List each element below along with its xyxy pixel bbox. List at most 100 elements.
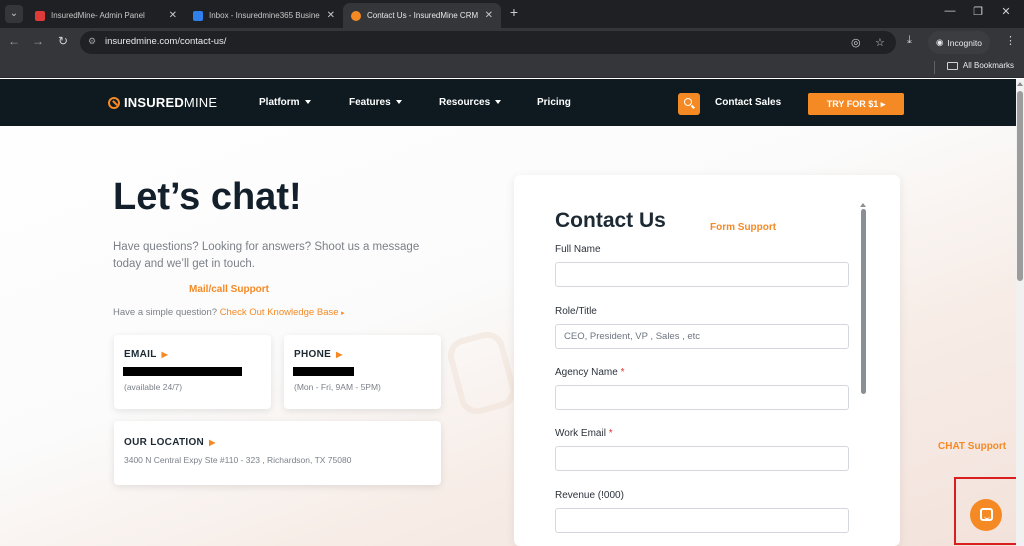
form-scrollbar[interactable] xyxy=(861,209,866,394)
role-title-input[interactable] xyxy=(555,324,849,349)
phone-heading[interactable]: PHONE ▶ xyxy=(294,349,343,360)
phone-hours: (Mon - Fri, 9AM - 5PM) xyxy=(294,382,381,392)
bookmarks-bar: All Bookmarks xyxy=(0,57,1024,78)
arrow-right-icon: ▶ xyxy=(336,350,343,359)
location-heading-text: OUR LOCATION xyxy=(124,437,205,448)
incognito-icon: ◉ xyxy=(936,37,944,47)
form-scroll-up-icon[interactable] xyxy=(860,203,866,207)
revenue-input[interactable] xyxy=(555,508,849,533)
forward-icon[interactable]: → xyxy=(30,34,46,48)
nav-features[interactable]: Features xyxy=(349,97,402,108)
contact-form: Contact Us Form Support Full Name Role/T… xyxy=(514,175,900,546)
caret-down-icon xyxy=(495,100,502,105)
arrow-right-icon: ▶ xyxy=(161,350,169,359)
required-marker: * xyxy=(608,428,613,439)
try-for-1-button[interactable]: TRY FOR $1 ▸ xyxy=(808,93,904,115)
caret-down-icon xyxy=(304,100,311,105)
close-tab-icon[interactable]: ✕ xyxy=(327,10,335,21)
form-support-annotation: Form Support xyxy=(710,222,777,233)
tab-contact-us[interactable]: Contact Us - InsuredMine CRM ✕ xyxy=(343,3,501,28)
bookmarks-divider xyxy=(934,61,935,74)
nav-label: Resources xyxy=(439,97,491,108)
close-window-icon[interactable]: ✕ xyxy=(996,5,1016,18)
tab-title: Contact Us - InsuredMine CRM xyxy=(367,11,479,20)
logo-text-bold: INSURED xyxy=(124,95,184,110)
all-bookmarks-label: All Bookmarks xyxy=(962,61,1014,70)
page-content: INSURED MINE Platform Features Resources… xyxy=(0,79,1016,546)
kb-link-text: Check Out Knowledge Base xyxy=(219,307,339,318)
tab-search-button[interactable]: ⌄ xyxy=(5,5,23,23)
nav-resources[interactable]: Resources xyxy=(439,97,502,108)
incognito-label: Incognito xyxy=(947,37,982,48)
knowledge-base-link[interactable]: Check Out Knowledge Base ▸ xyxy=(220,307,345,318)
arrow-right-icon: ▸ xyxy=(341,310,345,317)
bookmark-star-icon[interactable]: ☆ xyxy=(875,36,885,49)
tab-admin-panel[interactable]: InsuredMine- Admin Panel ✕ xyxy=(27,3,185,28)
scroll-up-icon[interactable] xyxy=(1017,82,1023,86)
form-title: Contact Us xyxy=(555,209,666,232)
location-address: 3400 N Central Expy Ste #110 - 323 , Ric… xyxy=(124,455,352,465)
tab-title: InsuredMine- Admin Panel xyxy=(51,11,145,20)
arrow-right-icon: ▶ xyxy=(209,438,216,447)
required-marker: * xyxy=(620,367,625,378)
browser-tab-bar: ⌄ InsuredMine- Admin Panel ✕ Inbox - Ins… xyxy=(0,0,1024,28)
redacted-phone xyxy=(293,367,354,376)
folder-icon xyxy=(946,61,958,70)
nav-label: Pricing xyxy=(537,97,571,108)
phone-card: PHONE ▶ (Mon - Fri, 9AM - 5PM) xyxy=(284,335,441,409)
chat-bubble-icon xyxy=(980,508,993,521)
nav-platform[interactable]: Platform xyxy=(259,97,311,108)
address-bar[interactable]: ⚙ insuredmine.com/contact-us/ ◎ ☆ xyxy=(80,31,896,54)
contact-sales-link[interactable]: Contact Sales xyxy=(715,97,781,108)
url-text[interactable]: insuredmine.com/contact-us/ xyxy=(105,36,226,47)
work-email-input[interactable] xyxy=(555,446,849,471)
email-heading-text: EMAIL xyxy=(124,349,157,360)
back-icon[interactable]: ← xyxy=(6,34,22,48)
role-title-label: Role/Title xyxy=(555,306,597,317)
tab-title: Inbox - Insuredmine365 Busine xyxy=(209,11,320,20)
minimize-icon[interactable]: — xyxy=(940,5,960,17)
nav-label: Features xyxy=(349,97,391,108)
decorative-logo-watermark xyxy=(443,327,521,419)
email-card: EMAIL ▶ (available 24/7) xyxy=(114,335,271,409)
agency-name-input[interactable] xyxy=(555,385,849,410)
new-tab-button[interactable]: + xyxy=(506,4,522,20)
email-heading[interactable]: EMAIL ▶ xyxy=(124,349,168,360)
scrollbar-thumb[interactable] xyxy=(1017,91,1023,281)
site-navigation: INSURED MINE Platform Features Resources… xyxy=(0,79,1016,126)
nav-pricing[interactable]: Pricing xyxy=(537,97,571,108)
revenue-label: Revenue (!000) xyxy=(555,490,624,501)
tab-inbox[interactable]: Inbox - Insuredmine365 Busine ✕ xyxy=(185,3,343,28)
location-card: OUR LOCATION ▶ 3400 N Central Expy Ste #1… xyxy=(114,421,441,485)
chat-highlight-box xyxy=(954,477,1016,545)
site-search-button[interactable] xyxy=(678,93,700,115)
full-name-input[interactable] xyxy=(555,262,849,287)
agency-name-label-text: Agency Name xyxy=(555,367,618,378)
phone-heading-text: PHONE xyxy=(294,349,332,360)
reload-icon[interactable]: ↻ xyxy=(55,34,71,48)
logo-text-light: MINE xyxy=(183,95,218,110)
redacted-email xyxy=(123,367,242,376)
close-tab-icon[interactable]: ✕ xyxy=(485,10,493,21)
chat-launcher-button[interactable] xyxy=(970,499,1002,531)
site-info-icon[interactable]: ⚙ xyxy=(88,36,100,48)
knowledge-base-line: Have a simple question? Check Out Knowle… xyxy=(113,307,345,318)
mail-call-support-annotation: Mail/call Support xyxy=(189,284,270,295)
logo-mark-icon xyxy=(108,96,120,109)
close-tab-icon[interactable]: ✕ xyxy=(169,10,177,21)
insuredmine-favicon-icon xyxy=(351,10,361,21)
email-availability: (available 24/7) xyxy=(124,382,183,392)
insuredmine-logo[interactable]: INSURED MINE xyxy=(108,95,217,110)
restore-icon[interactable]: ❐ xyxy=(968,5,988,18)
browser-toolbar: ← → ↻ ⚙ insuredmine.com/contact-us/ ◎ ☆ … xyxy=(0,28,1024,57)
hero-subtitle: Have questions? Looking for answers? Sho… xyxy=(113,241,420,270)
page-scrollbar[interactable] xyxy=(1016,79,1024,546)
incognito-badge[interactable]: ◉ Incognito xyxy=(928,31,990,54)
download-icon[interactable]: ⤓ xyxy=(907,34,912,47)
work-email-label-text: Work Email xyxy=(555,428,606,439)
all-bookmarks-button[interactable]: All Bookmarks xyxy=(946,61,1014,70)
full-name-label: Full Name xyxy=(555,244,601,255)
tracking-blocked-icon[interactable]: ◎ xyxy=(851,36,861,49)
location-heading[interactable]: OUR LOCATION ▶ xyxy=(124,437,216,448)
menu-kebab-icon[interactable]: ⋮ xyxy=(1005,34,1016,47)
